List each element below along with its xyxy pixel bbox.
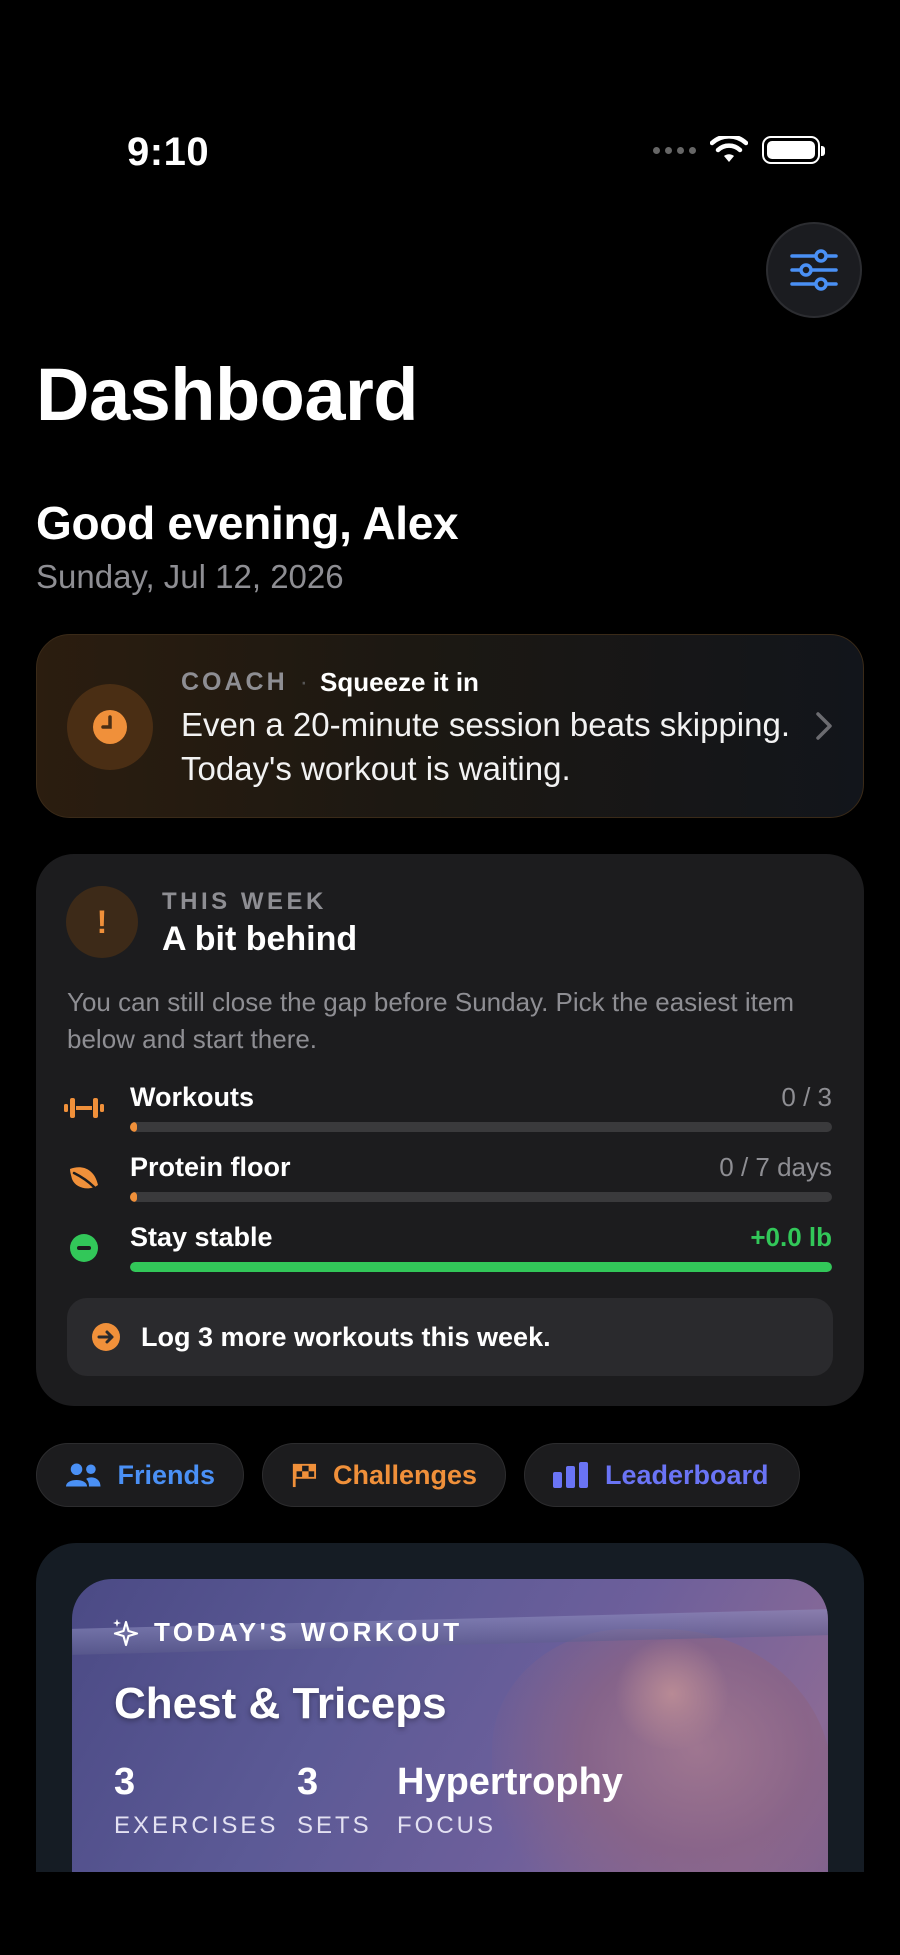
sliders-icon <box>790 249 838 291</box>
progress-fill <box>130 1122 138 1132</box>
exclamation-icon: ! <box>66 886 138 958</box>
stat-label: EXERCISES <box>114 1812 279 1839</box>
wifi-icon <box>710 136 748 162</box>
week-status-title: A bit behind <box>162 920 358 958</box>
separator-dot: · <box>299 668 308 696</box>
metric-label: Workouts <box>130 1082 255 1112</box>
stat-focus: Hypertrophy FOCUS <box>397 1761 623 1840</box>
metric-workouts[interactable]: Workouts 0 / 3 <box>36 1082 864 1142</box>
chevron-right-icon <box>816 712 832 740</box>
status-icons <box>653 136 825 164</box>
status-time: 9:10 <box>127 130 210 174</box>
stat-label: SETS <box>297 1812 372 1839</box>
sparkles-icon <box>113 1618 139 1646</box>
greeting-text: Good evening, Alex <box>36 497 459 549</box>
clock-icon <box>67 684 153 770</box>
stat-value: Hypertrophy <box>397 1761 623 1803</box>
cellular-signal-icon <box>653 146 696 154</box>
progress-fill <box>130 1192 138 1202</box>
tip-text: Log 3 more workouts this week. <box>141 1321 551 1352</box>
stat-value: 3 <box>114 1761 136 1803</box>
stat-sets: 3 SETS <box>297 1761 372 1840</box>
workout-title: Chest & Triceps <box>114 1679 447 1728</box>
workout-eyebrow-label: TODAY'S WORKOUT <box>154 1617 463 1647</box>
arrow-right-circle-icon <box>92 1323 120 1351</box>
coach-card[interactable]: COACH · Squeeze it in Even a 20-minute s… <box>36 634 864 818</box>
chip-label: Leaderboard <box>605 1459 769 1490</box>
people-icon <box>65 1463 101 1487</box>
weekly-progress-card: ! THIS WEEK A bit behind You can still c… <box>36 854 864 1406</box>
coach-eyebrow: COACH · Squeeze it in <box>181 667 479 698</box>
week-eyebrow: THIS WEEK <box>162 888 327 915</box>
current-date: Sunday, Jul 12, 2026 <box>36 558 344 595</box>
checkered-flag-icon <box>292 1463 317 1488</box>
progress-track <box>130 1192 832 1202</box>
metric-label: Stay stable <box>130 1222 273 1252</box>
metric-label: Protein floor <box>130 1152 291 1182</box>
coach-tag: COACH <box>181 668 288 696</box>
page-title: Dashboard <box>36 353 419 436</box>
week-description: You can still close the gap before Sunda… <box>67 987 794 1054</box>
minus-circle-icon <box>64 1228 104 1268</box>
metric-value: +0.0 lb <box>750 1222 832 1252</box>
progress-fill <box>130 1262 832 1272</box>
metric-value: 0 / 7 days <box>719 1152 832 1182</box>
bottom-safe-area <box>0 1872 900 1955</box>
metric-weight[interactable]: Stay stable +0.0 lb <box>36 1222 864 1282</box>
stat-label: FOCUS <box>397 1812 496 1839</box>
stat-value: 3 <box>297 1761 319 1803</box>
filter-settings-button[interactable] <box>766 222 862 318</box>
friends-button[interactable]: Friends <box>36 1443 244 1507</box>
leaf-icon <box>64 1158 104 1198</box>
challenges-button[interactable]: Challenges <box>262 1443 506 1507</box>
battery-icon <box>762 136 825 164</box>
stat-exercises: 3 EXERCISES <box>114 1761 278 1840</box>
coach-headline: Squeeze it in <box>320 667 479 697</box>
progress-track <box>130 1262 832 1272</box>
chip-label: Friends <box>117 1459 215 1490</box>
progress-track <box>130 1122 832 1132</box>
metric-protein[interactable]: Protein floor 0 / 7 days <box>36 1152 864 1212</box>
status-bar: 9:10 <box>0 0 900 174</box>
leaderboard-button[interactable]: Leaderboard <box>524 1443 800 1507</box>
chip-label: Challenges <box>332 1459 477 1490</box>
coach-message: Even a 20-minute session beats skipping.… <box>181 706 791 787</box>
workout-photo-hand <box>612 1639 732 1749</box>
dumbbell-icon <box>64 1088 104 1128</box>
next-action-tip[interactable]: Log 3 more workouts this week. <box>67 1298 833 1376</box>
workout-eyebrow: TODAY'S WORKOUT <box>112 1617 463 1648</box>
metric-value: 0 / 3 <box>781 1082 832 1112</box>
bar-chart-icon <box>553 1462 588 1488</box>
